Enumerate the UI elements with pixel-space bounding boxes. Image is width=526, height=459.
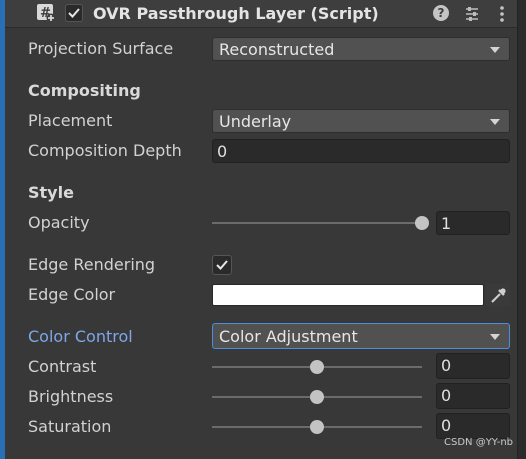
contrast-value: 0 — [441, 356, 452, 375]
placement-dropdown[interactable]: Underlay — [212, 109, 510, 133]
watermark-text: CSDN @YY-nb — [444, 437, 514, 448]
dropdown-arrow-icon — [490, 334, 500, 340]
dropdown-arrow-icon — [490, 119, 500, 125]
opacity-input[interactable]: 1 — [436, 211, 510, 235]
placement-label: Placement — [28, 111, 113, 130]
edge-rendering-checkbox[interactable] — [212, 255, 232, 275]
brightness-slider-thumb[interactable] — [310, 390, 324, 404]
eyedropper-icon[interactable] — [486, 284, 510, 306]
compositing-heading: Compositing — [28, 81, 141, 100]
component-enabled-checkbox[interactable] — [65, 4, 83, 22]
composition-depth-label: Composition Depth — [28, 141, 182, 160]
component-header[interactable]: # OVR Passthrough Layer (Script) ? — [5, 0, 517, 28]
settings-icon[interactable] — [463, 5, 481, 23]
saturation-slider[interactable] — [212, 420, 422, 434]
opacity-slider[interactable] — [212, 216, 429, 230]
projection-surface-dropdown[interactable]: Reconstructed — [212, 37, 510, 61]
placement-value: Underlay — [219, 112, 292, 131]
projection-surface-value: Reconstructed — [219, 40, 335, 59]
scrollbar[interactable] — [517, 0, 526, 459]
brightness-slider[interactable] — [212, 390, 422, 404]
composition-depth-input[interactable]: 0 — [212, 139, 510, 163]
help-icon[interactable]: ? — [433, 5, 449, 21]
kebab-menu-icon[interactable] — [494, 4, 510, 24]
inspector-panel: # OVR Passthrough Layer (Script) ? Proje… — [0, 0, 526, 459]
saturation-input[interactable]: 0 — [436, 413, 510, 439]
contrast-slider[interactable] — [212, 360, 422, 374]
dropdown-arrow-icon — [490, 47, 500, 53]
component-title: OVR Passthrough Layer (Script) — [93, 4, 379, 23]
edge-color-swatch[interactable] — [212, 284, 484, 306]
color-control-value: Color Adjustment — [219, 327, 358, 346]
projection-surface-label: Projection Surface — [28, 39, 174, 58]
checkmark-icon — [216, 260, 228, 270]
edge-color-label: Edge Color — [28, 285, 116, 304]
saturation-slider-thumb[interactable] — [310, 420, 324, 434]
saturation-label: Saturation — [28, 417, 112, 436]
edge-rendering-label: Edge Rendering — [28, 255, 156, 274]
saturation-value: 0 — [441, 416, 452, 435]
brightness-label: Brightness — [28, 387, 114, 406]
color-control-dropdown[interactable]: Color Adjustment — [212, 323, 510, 349]
script-icon: # — [36, 3, 56, 23]
brightness-input[interactable]: 0 — [436, 383, 510, 409]
composition-depth-value: 0 — [217, 142, 228, 161]
contrast-label: Contrast — [28, 357, 97, 376]
opacity-slider-thumb[interactable] — [415, 216, 429, 230]
checkmark-icon — [68, 8, 80, 18]
color-control-label: Color Control — [28, 327, 133, 346]
opacity-label: Opacity — [28, 213, 90, 232]
contrast-input[interactable]: 0 — [436, 353, 510, 379]
opacity-value: 1 — [441, 214, 452, 233]
selection-bar — [0, 0, 5, 459]
style-heading: Style — [28, 183, 74, 202]
contrast-slider-thumb[interactable] — [310, 360, 324, 374]
brightness-value: 0 — [441, 386, 452, 405]
